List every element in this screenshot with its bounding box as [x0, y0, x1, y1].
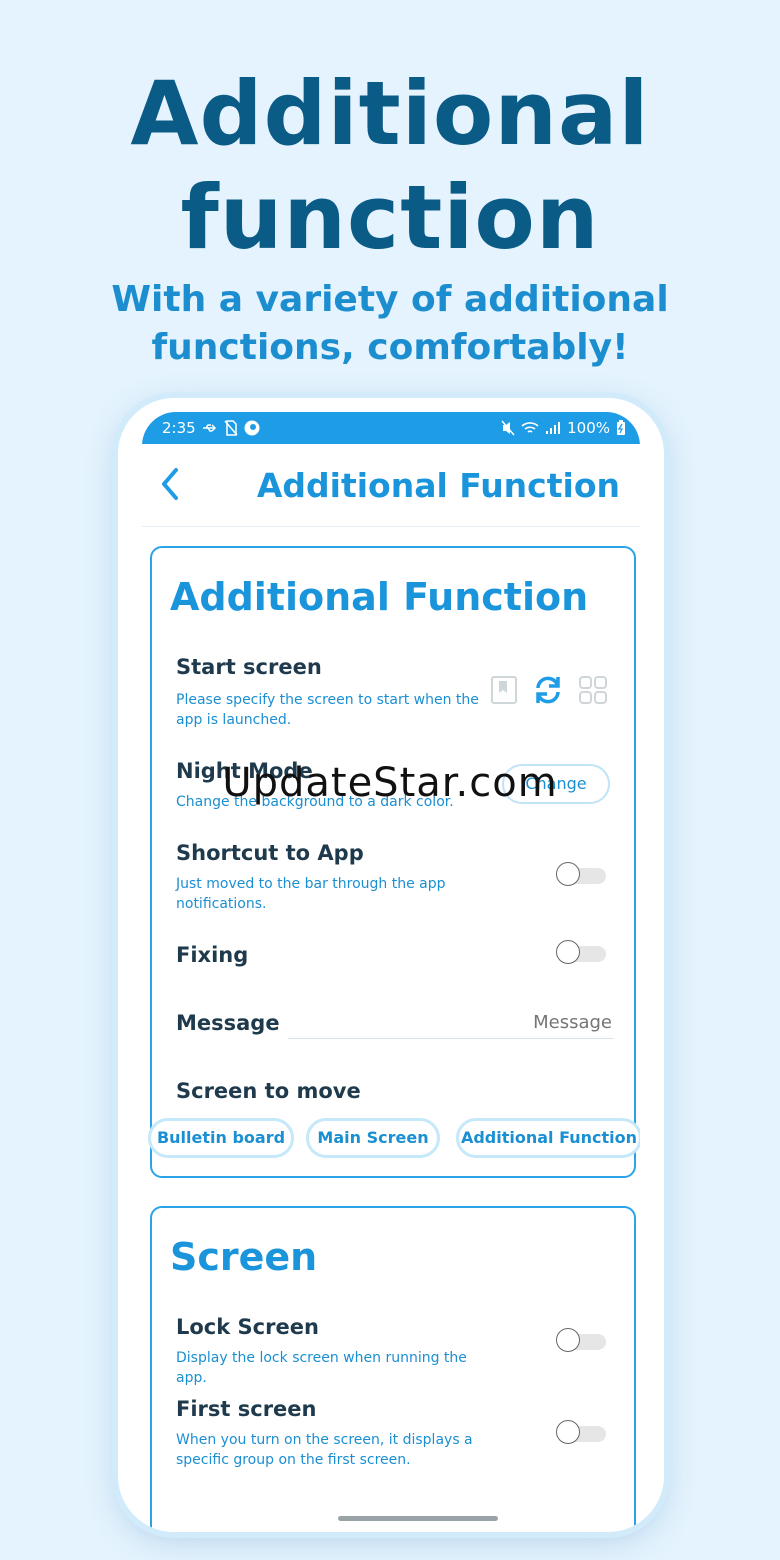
lock-screen-desc: Display the lock screen when running the… [176, 1350, 467, 1386]
lock-screen-title: Lock Screen [176, 1315, 319, 1339]
hero-title: Additional function [0, 62, 780, 270]
lock-screen-toggle[interactable] [556, 1328, 606, 1354]
screen-card: Screen Lock Screen Display the lock scre… [150, 1206, 636, 1532]
chevron-left-icon [162, 468, 178, 500]
app-bar-title: Additional Function [256, 466, 620, 505]
shortcut-toggle[interactable] [556, 862, 606, 888]
status-time: 2:35 [162, 419, 196, 437]
shortcut-title: Shortcut to App [176, 841, 364, 865]
shortcut-desc: Just moved to the bar through the app no… [176, 876, 446, 912]
phone-frame: 2:35 100% Additional Function Additional… [118, 398, 664, 1532]
hero-subtitle-line2: functions, comfortably! [151, 327, 629, 368]
battery-percent: 100% [567, 419, 610, 437]
home-indicator[interactable] [338, 1516, 498, 1521]
message-input[interactable] [288, 1006, 614, 1039]
refresh-icon[interactable] [532, 674, 564, 706]
watermark: UpdateStar.com [222, 760, 558, 806]
back-button[interactable] [158, 466, 188, 506]
hero-subtitle: With a variety of additional functions, … [0, 276, 780, 372]
mute-icon [501, 420, 515, 436]
wifi-icon [521, 422, 539, 433]
start-screen-options [490, 674, 608, 706]
bookmark-icon[interactable] [490, 675, 518, 705]
no-sim-icon [224, 420, 238, 436]
battery-icon [617, 420, 625, 435]
card-title: Screen [170, 1235, 318, 1279]
fixing-toggle[interactable] [556, 940, 606, 966]
hero-subtitle-line1: With a variety of additional [111, 279, 669, 320]
additional-function-card: Additional Function Start screen Please … [148, 546, 640, 1178]
app-bar: Additional Function [142, 444, 640, 527]
hero-title-line2: function [180, 166, 600, 269]
card-title: Additional Function [170, 575, 589, 619]
start-screen-title: Start screen [176, 655, 322, 679]
grid-icon[interactable] [578, 675, 608, 705]
fixing-title: Fixing [176, 943, 249, 967]
first-screen-toggle[interactable] [556, 1420, 606, 1446]
first-screen-desc: When you turn on the screen, it displays… [176, 1432, 473, 1468]
message-label: Message [176, 1011, 280, 1035]
first-screen-title: First screen [176, 1397, 317, 1421]
phone-screen: 2:35 100% Additional Function Additional… [142, 412, 640, 1532]
chip-additional-function[interactable]: Additional Function [456, 1118, 640, 1158]
status-bar: 2:35 100% [142, 412, 640, 444]
hero-title-line1: Additional [130, 62, 650, 165]
chip-bulletin-board[interactable]: Bulletin board [148, 1118, 294, 1158]
start-screen-desc: Please specify the screen to start when … [176, 692, 479, 728]
app-notification-icon [244, 420, 260, 436]
signal-icon [546, 422, 561, 434]
usb-icon [202, 424, 216, 432]
chip-main-screen[interactable]: Main Screen [306, 1118, 440, 1158]
screen-to-move-title: Screen to move [176, 1079, 361, 1103]
